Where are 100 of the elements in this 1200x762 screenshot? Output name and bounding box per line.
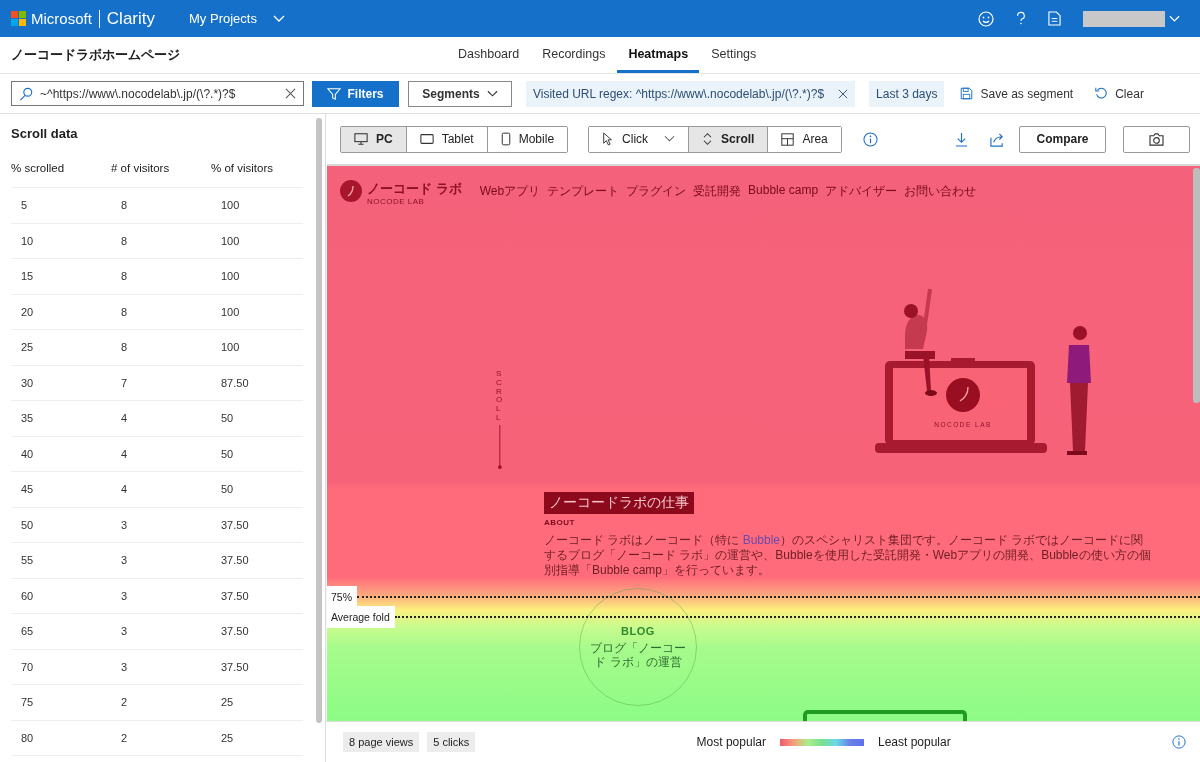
- chevron-down-icon: [486, 89, 498, 98]
- phone-icon: [500, 132, 511, 146]
- table-cell-text: 2: [120, 731, 129, 744]
- site-nav-link[interactable]: Bubble camp: [748, 183, 819, 200]
- chevron-down-icon[interactable]: [1169, 14, 1180, 23]
- date-range-chip[interactable]: Last 3 days: [869, 80, 945, 107]
- table-cell-text: 100: [220, 341, 241, 354]
- nav-tab[interactable]: Heatmaps: [617, 37, 700, 73]
- info-icon[interactable]: [1172, 735, 1186, 749]
- scrollbar[interactable]: [1193, 168, 1200, 403]
- close-icon[interactable]: [838, 88, 849, 99]
- product-name: Clarity: [106, 8, 155, 29]
- blog-title: BLOG: [621, 624, 655, 637]
- save-segment-button[interactable]: Save as segment: [954, 86, 1080, 101]
- filters-button[interactable]: Filters: [312, 80, 399, 107]
- site-nav-link[interactable]: Webアプリ: [479, 183, 541, 200]
- table-cell-text: 25: [220, 696, 235, 709]
- table-cell-text: 10: [20, 234, 35, 247]
- nav-tab[interactable]: Recordings: [531, 37, 617, 73]
- heatmap-mode-toggle[interactable]: Click: [589, 126, 690, 152]
- segments-button[interactable]: Segments: [408, 80, 512, 107]
- projects-menu[interactable]: My Projects: [183, 11, 291, 26]
- blog-text: ブログ「ノーコード ラボ」の運営: [589, 640, 687, 670]
- clear-button[interactable]: Clear: [1089, 86, 1150, 101]
- scroll-label: SCROLL: [496, 370, 504, 423]
- table-cell-text: 3: [120, 625, 129, 638]
- heatmap-mode-toggle[interactable]: Scroll: [689, 126, 769, 152]
- section-subheading: ABOUT: [544, 518, 575, 527]
- site-nav-link[interactable]: アドバイザー: [825, 183, 898, 200]
- table-cell-text: 70: [20, 660, 35, 673]
- column-header: % scrolled: [11, 161, 66, 174]
- undo-icon: [1095, 87, 1109, 100]
- table-cell-text: 37.50: [220, 660, 250, 673]
- panel-title: Scroll data: [10, 125, 79, 143]
- site-logo-icon: [340, 180, 362, 202]
- about-paragraph: ノーコード ラボはノーコード（特に Bubble）のスペシャリスト集団です。ノーコード ラボではノーコードに関するブログ「ノーコード ラボ」の運営や、Bubbleを使用した受託開発・Webアプリの開発、Bubbleの使い方の個別指導「Bubble camp」を行っています。: [544, 533, 1152, 578]
- table-cell-text: 4: [120, 447, 129, 460]
- fold-label: Average fold: [327, 606, 395, 628]
- site-nav-link[interactable]: テンプレート: [547, 183, 620, 200]
- table-cell-text: 40: [20, 447, 35, 460]
- table-cell-text: 8: [120, 305, 129, 318]
- site-nav-link[interactable]: プラグイン: [626, 183, 687, 200]
- site-logo-subtitle: NOCODE LAB: [367, 197, 426, 206]
- table-cell-text: 30: [20, 376, 35, 389]
- nav-tab[interactable]: Settings: [700, 37, 768, 73]
- legend-label: Least popular: [877, 735, 951, 749]
- help-icon[interactable]: [1016, 11, 1026, 26]
- download-icon[interactable]: [955, 131, 968, 147]
- tablet-icon: [419, 132, 434, 146]
- table-cell-text: 8: [120, 199, 129, 212]
- table-cell-text: 100: [220, 199, 241, 212]
- stat-badge: 8 page views: [343, 732, 420, 752]
- table-cell-text: 35: [20, 412, 35, 425]
- project-title: ノーコードラボホームページ: [10, 46, 181, 64]
- table-cell-text: 80: [20, 731, 35, 744]
- table-cell-text: 37.50: [220, 518, 250, 531]
- brand-name: Microsoft: [31, 10, 92, 27]
- close-icon[interactable]: [285, 88, 296, 99]
- fold-label: 75%: [327, 586, 357, 608]
- site-nav-link[interactable]: 受託開発: [693, 183, 742, 200]
- site-nav-link[interactable]: お問い合わせ: [904, 183, 977, 200]
- table-cell-text: 50: [20, 518, 35, 531]
- scrollbar[interactable]: [316, 118, 322, 723]
- filter-icon: [327, 86, 342, 101]
- grid-icon: [781, 132, 795, 146]
- table-cell-text: 3: [120, 554, 129, 567]
- document-icon[interactable]: [1048, 11, 1061, 26]
- save-icon: [960, 87, 974, 100]
- search-field[interactable]: ~^https://www\.nocodelab\.jp/(\?.*)?$: [11, 81, 304, 106]
- share-icon[interactable]: [990, 131, 1005, 147]
- camera-icon: [1149, 132, 1164, 146]
- table-cell-text: 37.50: [220, 589, 250, 602]
- site-logo-title: ノーコード ラボ: [367, 180, 462, 198]
- info-icon[interactable]: [862, 131, 878, 147]
- table-cell-text: 37.50: [220, 554, 250, 567]
- screenshot-button[interactable]: [1123, 125, 1190, 153]
- device-toggle[interactable]: PC: [341, 126, 407, 152]
- stat-badge: 5 clicks: [427, 732, 476, 752]
- up-down-arrows-icon: [702, 132, 714, 146]
- section-heading: ノーコードラボの仕事: [544, 492, 694, 514]
- column-header: % of visitors: [211, 161, 274, 174]
- table-cell-text: 100: [220, 234, 241, 247]
- table-cell-text: 15: [20, 270, 35, 283]
- table-cell-text: 87.50: [220, 376, 250, 389]
- legend-label: Most popular: [696, 735, 766, 749]
- column-header: # of visitors: [111, 161, 171, 174]
- table-cell-text: 8: [120, 234, 129, 247]
- table-cell-text: 2: [120, 696, 129, 709]
- filter-chip[interactable]: Visited URL regex: ^https://www\.nocodelab\.jp/(\?.*)?$: [526, 80, 856, 107]
- table-cell-text: 4: [120, 483, 129, 496]
- compare-button[interactable]: Compare: [1019, 125, 1106, 153]
- account-placeholder[interactable]: [1083, 10, 1165, 27]
- table-cell-text: 45: [20, 483, 35, 496]
- smiley-icon[interactable]: [978, 10, 994, 27]
- table-cell-text: 25: [20, 341, 35, 354]
- table-cell-text: 65: [20, 625, 35, 638]
- table-cell-text: 55: [20, 554, 35, 567]
- table-cell-text: 3: [120, 589, 129, 602]
- filter-chip-label: Visited URL regex: ^https://www\.nocodelab\.jp/(\?.*)?$: [533, 86, 825, 101]
- nav-tab[interactable]: Dashboard: [447, 37, 531, 73]
